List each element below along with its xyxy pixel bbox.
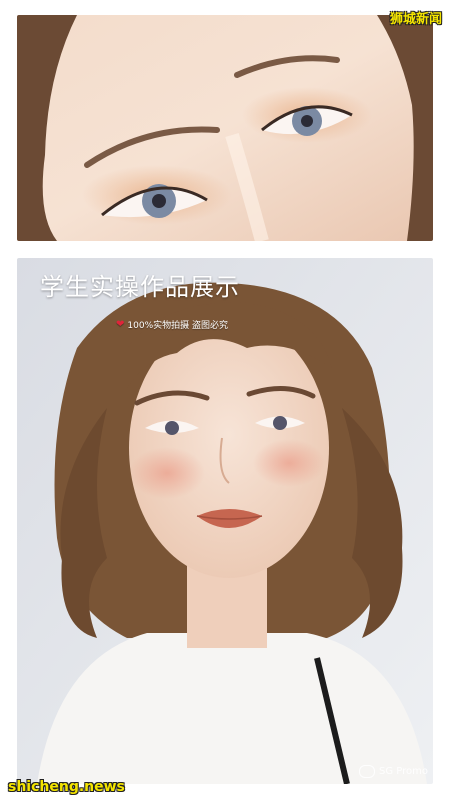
portrait-photo — [17, 258, 433, 784]
eye-closeup-image — [17, 15, 433, 241]
portrait-image — [17, 258, 433, 784]
heart-icon: ❤ — [116, 319, 125, 330]
photo-disclaimer: ❤ 100%实物拍摄 盗图必究 — [116, 318, 228, 331]
sg-promo-text: SG Promo — [379, 766, 428, 777]
shicheng-logo-text: 狮城新闻 — [389, 12, 442, 27]
wechat-icon — [359, 765, 375, 778]
eye-closeup-photo — [17, 15, 433, 241]
sg-promo-watermark: SG Promo — [359, 765, 428, 778]
showcase-title: 学生实操作品展示 — [40, 273, 240, 301]
photo-disclaimer-text: 100%实物拍摄 盗图必究 — [127, 321, 228, 331]
shicheng-domain-watermark: shicheng.news — [8, 779, 125, 795]
